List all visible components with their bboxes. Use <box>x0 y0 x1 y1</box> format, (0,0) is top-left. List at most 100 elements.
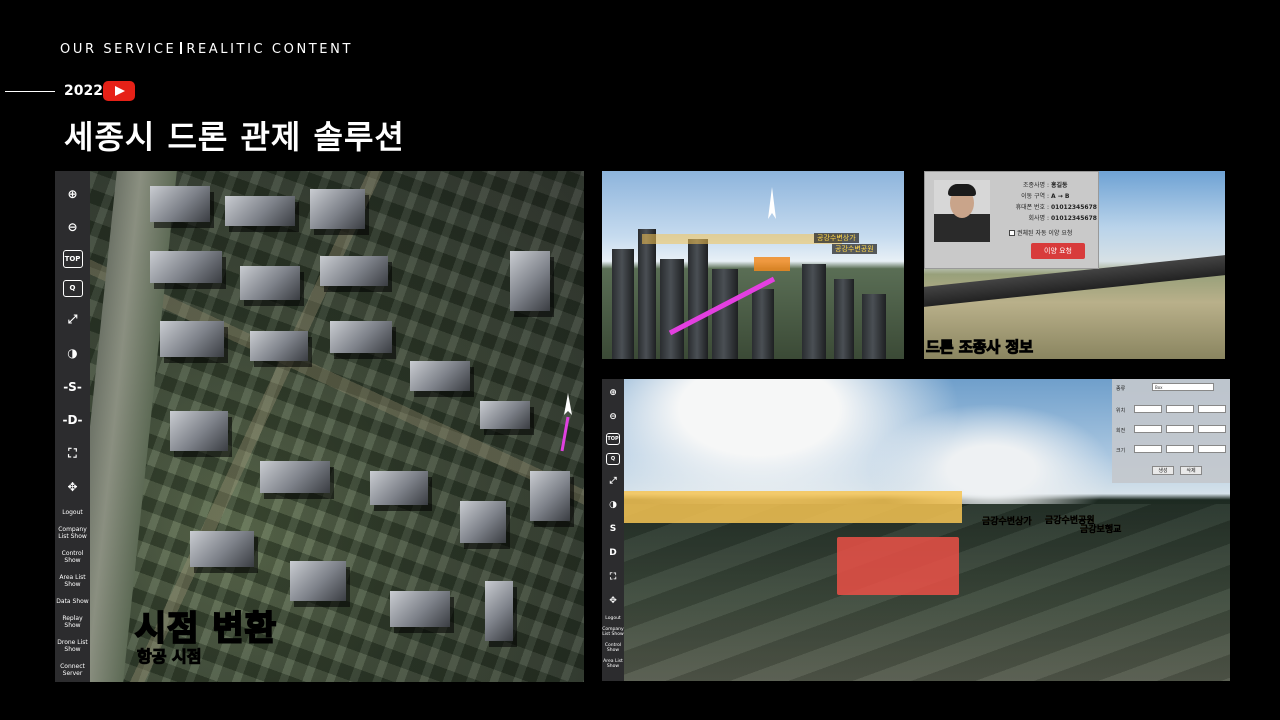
zoom-out-icon[interactable]: ⊖ <box>605 409 621 425</box>
zone-3d-screenshot: 금강수변상가 금강수변공원 금강보행교 종류 Box 위치 회전 크기 생성 삭… <box>602 379 1230 681</box>
destination-point-icon[interactable]: -D- <box>61 410 85 431</box>
type-label: 종류 <box>1116 386 1126 392</box>
position-z-input[interactable] <box>1198 405 1226 413</box>
transfer-request-button[interactable]: 이양 요청 <box>1031 243 1085 259</box>
size-x-input[interactable] <box>1134 445 1162 453</box>
control-show-button[interactable]: Control Show <box>56 550 90 564</box>
building <box>150 251 222 283</box>
auto-transfer-row: 권체된 자동 이양 요청 <box>1009 228 1072 237</box>
route-icon[interactable]: ⤢ <box>605 473 621 489</box>
building <box>638 229 656 359</box>
area-list-button[interactable]: Area List Show <box>56 574 90 588</box>
building <box>410 361 470 391</box>
building <box>330 321 392 353</box>
eye-icon[interactable]: ◑ <box>61 343 85 364</box>
building <box>150 186 210 222</box>
replay-show-button[interactable]: Replay Show <box>56 615 90 629</box>
move-icon[interactable]: ✥ <box>61 477 85 498</box>
create-button[interactable]: 생성 <box>1152 466 1174 475</box>
move-icon[interactable]: ✥ <box>605 593 621 609</box>
building <box>480 401 530 429</box>
zoom-in-icon[interactable]: ⊕ <box>605 385 621 401</box>
type-select[interactable]: Box <box>1152 383 1214 391</box>
pilot-info-screenshot: 조종사명 : 홍길동 이동 구역 :A → B 휴대폰 번호 :010123456… <box>924 171 1225 359</box>
destination-point-label: D <box>67 413 78 428</box>
auto-transfer-checkbox[interactable] <box>1009 230 1015 236</box>
building <box>190 531 254 567</box>
info-value: 01012345678 <box>1051 215 1097 222</box>
logout-button[interactable]: Logout <box>56 509 90 516</box>
info-value: 01012345678 <box>1051 204 1097 211</box>
building <box>240 266 300 300</box>
destination-point-icon[interactable]: D <box>605 545 621 561</box>
position-y-input[interactable] <box>1166 405 1194 413</box>
q-view-icon[interactable]: Q <box>606 453 620 465</box>
zoom-out-icon[interactable]: ⊖ <box>61 216 85 237</box>
start-point-label: S <box>68 379 77 394</box>
info-row: 휴대폰 번호 :01012345678 <box>1005 202 1097 213</box>
fit-icon[interactable]: ⛶ <box>605 569 621 585</box>
building <box>170 411 228 451</box>
header-rule <box>5 91 55 92</box>
eyebrow-divider <box>180 42 183 54</box>
position-label: 위치 <box>1116 408 1126 414</box>
zoom-in-icon[interactable]: ⊕ <box>61 183 85 204</box>
year-label: 2022 <box>64 83 103 99</box>
building <box>250 331 308 361</box>
size-z-input[interactable] <box>1198 445 1226 453</box>
rotation-x-input[interactable] <box>1134 425 1162 433</box>
drone-icon <box>668 187 790 336</box>
fit-icon[interactable]: ⛶ <box>61 443 85 464</box>
object-control-panel: 종류 Box 위치 회전 크기 생성 삭제 <box>1112 379 1230 483</box>
building <box>485 581 513 641</box>
control-show-button[interactable]: Control Show <box>602 643 624 653</box>
info-row: 조종사명 : 홍길동 <box>1005 180 1097 191</box>
building <box>390 591 450 627</box>
drone-list-button[interactable]: Drone List Show <box>56 639 90 653</box>
start-point-icon[interactable]: -S- <box>61 376 85 397</box>
info-value: 홍길동 <box>1051 182 1068 189</box>
size-y-input[interactable] <box>1166 445 1194 453</box>
building <box>370 471 428 505</box>
rotation-y-input[interactable] <box>1166 425 1194 433</box>
flight-zone-band <box>602 491 962 523</box>
eyebrow-content: REALITIC CONTENT <box>186 42 353 57</box>
rotation-z-input[interactable] <box>1198 425 1226 433</box>
map-toolbar: ⊕ ⊖ TOP Q ⤢ ◑ S D ⛶ ✥ Logout Company Lis… <box>602 379 624 681</box>
drone-marker-icon <box>560 393 572 452</box>
building <box>460 501 506 543</box>
position-x-input[interactable] <box>1134 405 1162 413</box>
building <box>612 249 634 359</box>
building <box>290 561 346 601</box>
info-key: 이동 구역 : <box>1021 193 1049 200</box>
start-point-icon[interactable]: S <box>605 521 621 537</box>
company-list-button[interactable]: Company List Show <box>602 627 624 637</box>
connect-server-button[interactable]: Connect Server <box>56 663 90 677</box>
youtube-icon[interactable] <box>103 81 135 101</box>
delete-button[interactable]: 삭제 <box>1180 466 1202 475</box>
size-label: 크기 <box>1116 448 1126 454</box>
top-view-icon[interactable]: TOP <box>606 433 620 445</box>
route-icon[interactable]: ⤢ <box>61 309 85 330</box>
map-label: 금강보행교 <box>1080 525 1122 535</box>
city-3d-screenshot: 공강수변상가 공강수변공원 <box>602 171 904 359</box>
auto-transfer-label: 권체된 자동 이양 요청 <box>1017 230 1073 237</box>
company-list-button[interactable]: Company List Show <box>56 526 90 540</box>
info-value: A → B <box>1051 193 1070 200</box>
building <box>320 256 388 286</box>
logout-button[interactable]: Logout <box>602 616 624 621</box>
building <box>310 189 365 229</box>
panel-caption: 드론 조종사 정보 <box>925 338 1034 357</box>
data-show-button[interactable]: Data Show <box>56 598 90 605</box>
map-toolbar: ⊕ ⊖ TOP Q ⤢ ◑ -S- -D- ⛶ ✥ Logout Company… <box>55 171 90 682</box>
aerial-view-screenshot: 시점 변환 항공 시점 ⊕ ⊖ TOP Q ⤢ ◑ -S- -D- ⛶ ✥ Lo… <box>55 171 584 682</box>
eye-icon[interactable]: ◑ <box>605 497 621 513</box>
area-list-button[interactable]: Area List Show <box>602 659 624 669</box>
section-eyebrow: OUR SERVICE REALITIC CONTENT <box>60 42 353 57</box>
pilot-photo <box>934 180 990 242</box>
q-view-icon[interactable]: Q <box>62 279 83 298</box>
pilot-details: 조종사명 : 홍길동 이동 구역 :A → B 휴대폰 번호 :010123456… <box>1005 180 1097 224</box>
rotation-label: 회전 <box>1116 428 1126 434</box>
map-label: 금강수변상가 <box>982 517 1032 527</box>
top-view-icon[interactable]: TOP <box>62 249 83 268</box>
